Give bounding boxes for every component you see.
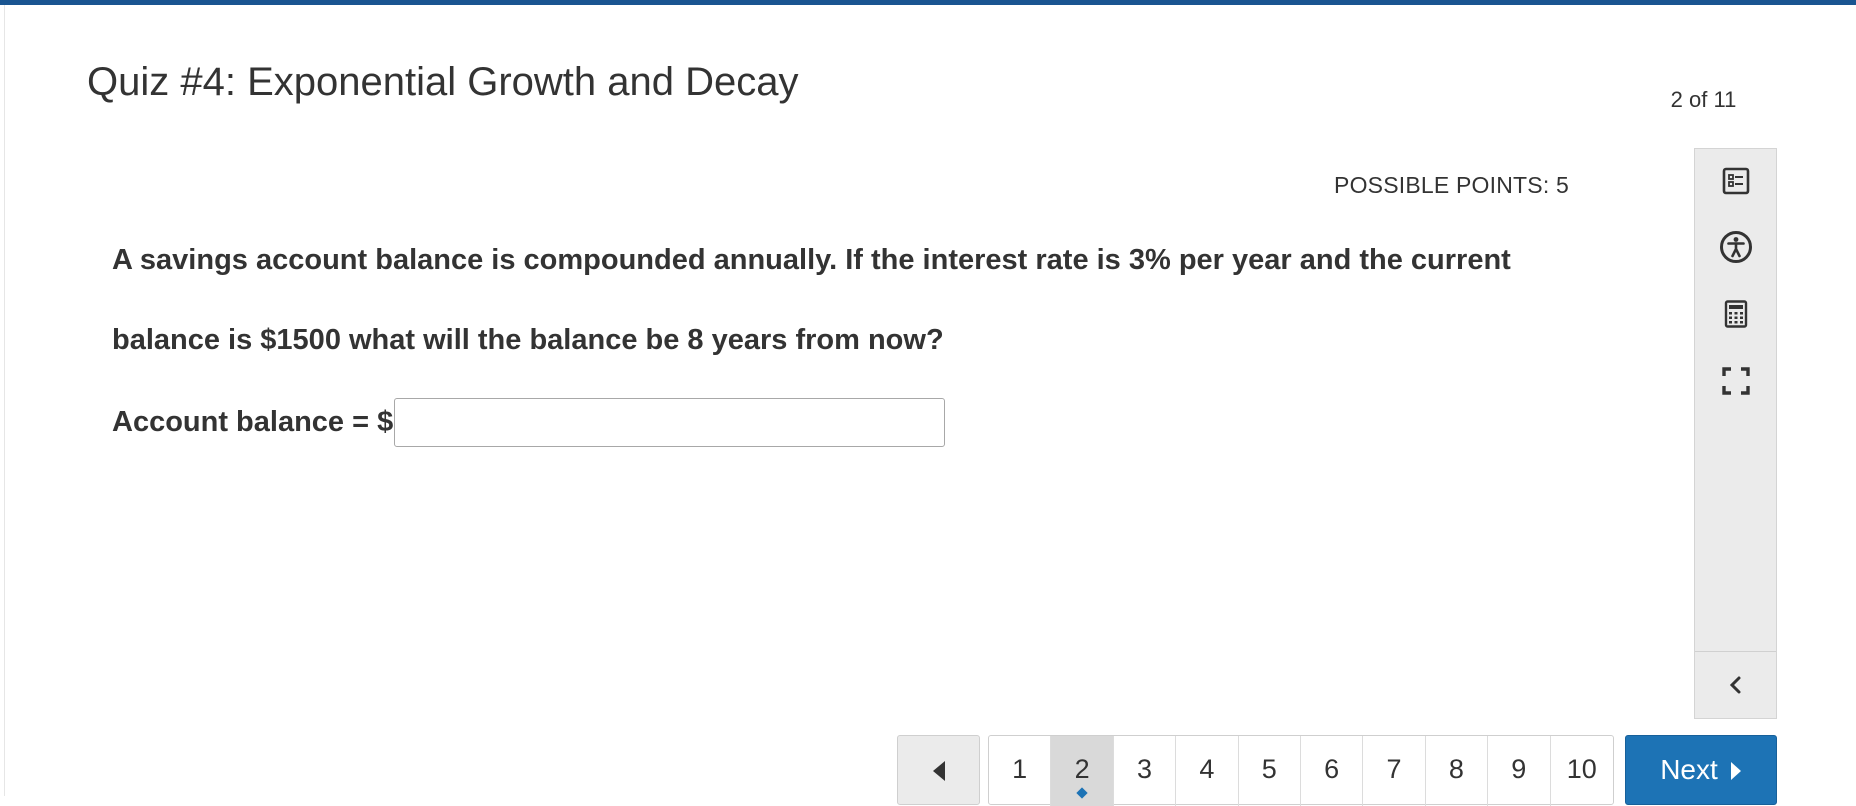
- fullscreen-icon: [1721, 367, 1750, 395]
- previous-button[interactable]: [897, 735, 980, 805]
- tool-rail: [1694, 148, 1777, 719]
- caret-left-icon: [932, 761, 945, 781]
- calculator-icon: [1724, 300, 1747, 328]
- question-counter: 2 of 11: [1670, 87, 1737, 112]
- quiz-title: Quiz #4: Exponential Growth and Decay: [87, 60, 799, 104]
- next-button[interactable]: Next: [1625, 735, 1777, 805]
- possible-points: POSSIBLE POINTS: 5: [1334, 172, 1569, 198]
- chevron-left-icon: [1729, 676, 1740, 694]
- question-list-icon: [1722, 167, 1749, 195]
- top-accent-bar: [0, 0, 1856, 5]
- answer-label: Account balance = $: [112, 406, 394, 438]
- fullscreen-button[interactable]: [1695, 351, 1776, 411]
- collapse-rail-button[interactable]: [1695, 655, 1776, 715]
- caret-right-icon: [1730, 762, 1741, 780]
- next-label: Next: [1660, 754, 1718, 785]
- account-balance-input[interactable]: [394, 398, 946, 447]
- question-list-button[interactable]: [1695, 151, 1776, 211]
- answer-row: Account balance = $: [112, 398, 946, 447]
- calculator-button[interactable]: [1695, 284, 1776, 344]
- left-border: [0, 5, 5, 796]
- accessibility-icon: [1719, 231, 1752, 263]
- accessibility-button[interactable]: [1695, 217, 1776, 277]
- question-text: A savings account balance is compounded …: [112, 244, 1511, 356]
- page-navigation: 1 2 3 4 5 6 7 8 9 10: [988, 735, 1614, 806]
- rail-divider: [1695, 651, 1776, 652]
